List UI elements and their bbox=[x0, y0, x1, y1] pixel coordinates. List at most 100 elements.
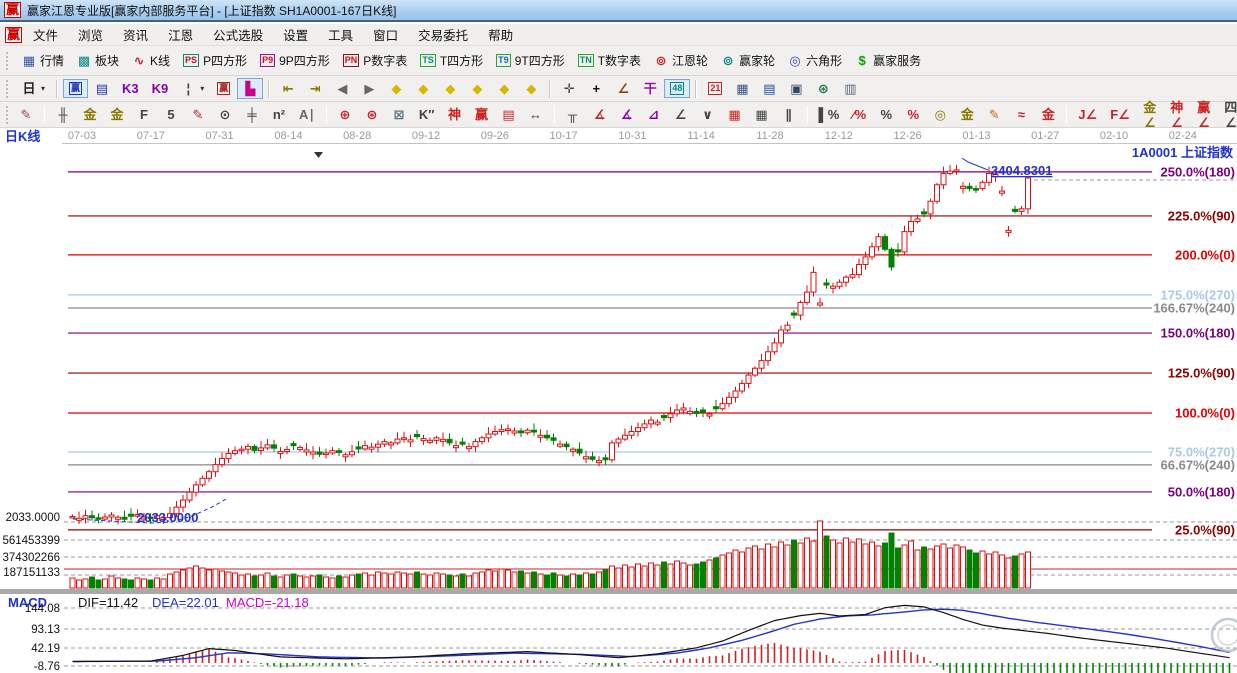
percent-chart-button[interactable]: ▌% bbox=[813, 104, 846, 125]
calendar-button[interactable]: 21 bbox=[702, 79, 728, 98]
menu-item-settings[interactable]: 设置 bbox=[274, 23, 317, 46]
parallel-lines-button[interactable]: ∥ bbox=[776, 104, 802, 125]
v-wave-button[interactable]: ∨ bbox=[695, 104, 721, 125]
web-sync-button[interactable]: ⊛ bbox=[810, 78, 836, 99]
gann-full-button[interactable]: ◆ bbox=[518, 78, 544, 99]
menu-item-news[interactable]: 资讯 bbox=[114, 23, 157, 46]
circle-cross-button[interactable]: ⊕ bbox=[332, 104, 358, 125]
print-button[interactable]: ▥ bbox=[837, 78, 863, 99]
next-page-button[interactable]: ▶ bbox=[356, 78, 382, 99]
shen-grid-button[interactable]: 神 bbox=[442, 104, 468, 125]
t-square-button[interactable]: TST四方形 bbox=[414, 49, 489, 72]
gold-circle-button[interactable]: ◎ bbox=[927, 104, 953, 125]
kline-9-button[interactable]: K9 bbox=[146, 78, 175, 99]
time-grid-button[interactable]: ╫ bbox=[50, 104, 76, 125]
percent-icon: % bbox=[879, 107, 893, 122]
save-button[interactable]: ▣ bbox=[783, 78, 809, 99]
menu-item-file[interactable]: 文件 bbox=[24, 23, 67, 46]
gold-grid-b-button[interactable]: 金 bbox=[104, 104, 130, 125]
menu-item-formula-picker[interactable]: 公式选股 bbox=[204, 23, 272, 46]
9p-square-button[interactable]: P99P四方形 bbox=[254, 49, 336, 72]
brush-note-button[interactable]: ✎ bbox=[981, 104, 1007, 125]
title-bar[interactable]: 赢 赢家江恩专业版[赢家内部服务平台] - [上证指数 SH1A0001-167… bbox=[0, 0, 1237, 22]
winner-red-button[interactable]: 赢 bbox=[211, 79, 236, 98]
menu-item-window[interactable]: 窗口 bbox=[364, 23, 407, 46]
menu-item-tools[interactable]: 工具 bbox=[319, 23, 362, 46]
sectors-button[interactable]: ▩板块 bbox=[71, 49, 125, 72]
gann-shift-left-button[interactable]: ◆ bbox=[383, 78, 409, 99]
axis-grid-box-button[interactable]: ▦ bbox=[749, 104, 775, 125]
menu-item-help[interactable]: 帮助 bbox=[479, 23, 522, 46]
9t-square-button[interactable]: T99T四方形 bbox=[490, 49, 571, 72]
menu-item-trading[interactable]: 交易委托 bbox=[409, 23, 477, 46]
winner-service-button[interactable]: $赢家服务 bbox=[849, 49, 927, 72]
gann-center-button[interactable]: ◆ bbox=[491, 78, 517, 99]
ying-grid-button[interactable]: 赢 bbox=[469, 104, 495, 125]
notepad-icon: ▤ bbox=[762, 81, 776, 96]
menu-item-gann[interactable]: 江恩 bbox=[159, 23, 202, 46]
box-gann-button[interactable]: ╥ bbox=[560, 104, 586, 125]
order-note-button[interactable]: ▤ bbox=[756, 78, 782, 99]
pen-ruler-button[interactable]: ✎ bbox=[185, 104, 211, 125]
k-count-button[interactable]: K″ bbox=[413, 104, 441, 125]
angle-f-button[interactable]: F∠ bbox=[1104, 104, 1136, 125]
line-percent-button[interactable]: % bbox=[900, 104, 926, 125]
angle-lines-button[interactable]: ∠ bbox=[668, 104, 694, 125]
t-digit-table-button[interactable]: TNT数字表 bbox=[572, 49, 647, 72]
five-grid-button[interactable]: 5 bbox=[158, 104, 184, 125]
menu-item-browse[interactable]: 浏览 bbox=[69, 23, 112, 46]
gann-wheel-button[interactable]: ⊚江恩轮 bbox=[648, 49, 714, 72]
gann-shift-right-button[interactable]: ◆ bbox=[410, 78, 436, 99]
gann-form-button[interactable]: 干 bbox=[637, 78, 663, 99]
span-measure-button[interactable]: ↔ bbox=[523, 104, 549, 125]
tick-grid-button[interactable]: ╪ bbox=[239, 104, 265, 125]
red-fan-button[interactable]: ∡ bbox=[587, 104, 613, 125]
red-grid-box-button[interactable]: ▦ bbox=[722, 104, 748, 125]
p-square-button[interactable]: PSP四方形 bbox=[177, 49, 253, 72]
crosshair-button[interactable]: + bbox=[583, 78, 609, 99]
percent-button[interactable]: % bbox=[873, 104, 899, 125]
prev-page-button[interactable]: ◀ bbox=[329, 78, 355, 99]
quotes-button[interactable]: ▦行情 bbox=[16, 49, 70, 72]
n2-grid-button[interactable]: n² bbox=[266, 104, 292, 125]
kline-chart[interactable]: MACDDIF=11.42DEA=22.01MACD=-21.18144.089… bbox=[0, 128, 1237, 673]
draw-pen-button[interactable]: ✎ bbox=[13, 104, 39, 125]
cycle-48-button[interactable]: 48 bbox=[664, 79, 690, 98]
wave-channel-button[interactable]: ≈ bbox=[1008, 104, 1034, 125]
f10-info-button[interactable]: ▤ bbox=[89, 78, 115, 99]
gold-channel-button[interactable]: 金 bbox=[1035, 104, 1061, 125]
a-channel-button[interactable]: A∣ bbox=[293, 104, 321, 125]
purple-fan-button[interactable]: ∡ bbox=[614, 104, 640, 125]
drag-hand-button[interactable]: ✛ bbox=[556, 78, 582, 99]
slash-percent-button[interactable]: ∕% bbox=[846, 104, 872, 125]
angle-j-button[interactable]: J∠ bbox=[1072, 104, 1103, 125]
winner-overview-button[interactable]: 赢 bbox=[63, 79, 88, 98]
period-selector[interactable]: 日▾ bbox=[16, 78, 51, 99]
calculator-button[interactable]: ▦ bbox=[729, 78, 755, 99]
angle-measure-button[interactable]: ∠ bbox=[610, 78, 636, 99]
profile-chart-icon: ▙ bbox=[243, 81, 257, 96]
date-tick: 08-28 bbox=[343, 130, 371, 142]
date-tick: 02-24 bbox=[1169, 130, 1197, 142]
price-grid-button[interactable]: ▤ bbox=[496, 104, 522, 125]
last-page-button[interactable]: ⇥ bbox=[302, 78, 328, 99]
kline-button[interactable]: ∿K线 bbox=[126, 49, 176, 72]
volume-profile-button[interactable]: ▙ bbox=[237, 78, 263, 99]
boxed-web-button[interactable]: ⊠ bbox=[386, 104, 412, 125]
purple-fan-box-button[interactable]: ⊿ bbox=[641, 104, 667, 125]
p-digit-table-button[interactable]: PNP数字表 bbox=[337, 49, 414, 72]
f-grid-button[interactable]: F bbox=[131, 104, 157, 125]
gann-compress-button[interactable]: ◆ bbox=[464, 78, 490, 99]
gold-lines-button[interactable]: 金 bbox=[954, 104, 980, 125]
candle-style-button[interactable]: ¦▾ bbox=[175, 78, 210, 99]
pane-splitter[interactable] bbox=[0, 589, 1237, 594]
kline-3-button[interactable]: K3 bbox=[116, 78, 145, 99]
clock-cycle-button[interactable]: ⊙ bbox=[212, 104, 238, 125]
gold-grid-a-button[interactable]: 金 bbox=[77, 104, 103, 125]
red-web-button[interactable]: ⊛ bbox=[359, 104, 385, 125]
hexagon-button[interactable]: ◎六角形 bbox=[782, 49, 848, 72]
gann-widen-button[interactable]: ◆ bbox=[437, 78, 463, 99]
chart-canvas[interactable]: MACDDIF=11.42DEA=22.01MACD=-21.18144.089… bbox=[0, 128, 1237, 673]
winner-wheel-button[interactable]: ⊚赢家轮 bbox=[715, 49, 781, 72]
first-page-button[interactable]: ⇤ bbox=[275, 78, 301, 99]
